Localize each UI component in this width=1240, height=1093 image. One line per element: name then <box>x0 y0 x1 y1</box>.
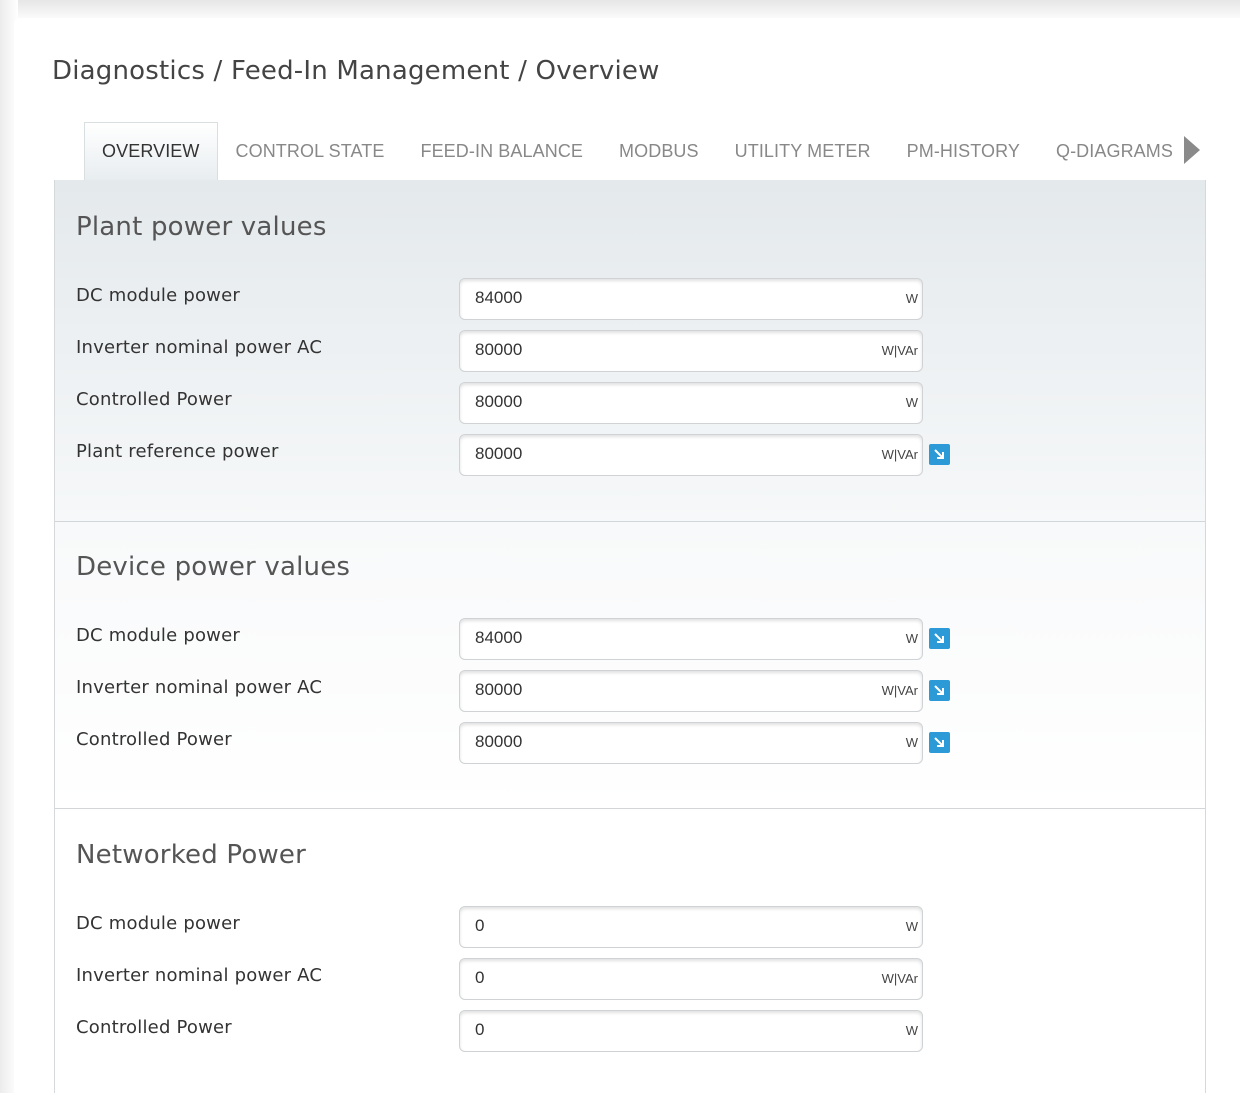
controlled-power-field[interactable]: 0 W <box>459 1010 923 1052</box>
field-value: 0 <box>475 1020 485 1039</box>
dc-module-power-field[interactable]: 84000 W <box>459 278 923 320</box>
section-device-power-values: Device power values DC module power 8400… <box>55 522 1205 809</box>
row-controlled-power: Controlled Power 80000 W <box>55 382 1205 424</box>
row-inverter-nominal-power-ac: Inverter nominal power AC 0 W|VAr <box>55 958 1205 1000</box>
row-label: Inverter nominal power AC <box>76 965 323 986</box>
row-label: Inverter nominal power AC <box>76 677 323 698</box>
row-controlled-power: Controlled Power 80000 W <box>55 722 1205 764</box>
plant-reference-power-field[interactable]: 80000 W|VAr <box>459 434 923 476</box>
field-value: 80000 <box>475 340 523 359</box>
row-label: DC module power <box>76 913 240 934</box>
row-label: Controlled Power <box>76 729 232 750</box>
controlled-power-field[interactable]: 80000 W <box>459 382 923 424</box>
field-value: 80000 <box>475 680 523 699</box>
breadcrumb: Diagnostics / Feed-In Management / Overv… <box>52 56 660 86</box>
field-unit: W <box>905 919 918 934</box>
field-unit: W <box>905 291 918 306</box>
tab-overview[interactable]: OVERVIEW <box>84 122 218 180</box>
arrow-down-right-icon[interactable] <box>929 444 950 465</box>
section-networked-power: Networked Power DC module power 0 W Inve… <box>55 809 1205 1093</box>
row-label: DC module power <box>76 625 240 646</box>
row-dc-module-power: DC module power 0 W <box>55 906 1205 948</box>
section-title: Plant power values <box>76 212 327 242</box>
row-label: Controlled Power <box>76 1017 232 1038</box>
row-label: Plant reference power <box>76 441 279 462</box>
content-panel: Plant power values DC module power 84000… <box>54 180 1206 1093</box>
inverter-nominal-power-ac-field[interactable]: 80000 W|VAr <box>459 330 923 372</box>
row-label: Controlled Power <box>76 389 232 410</box>
field-unit: W <box>905 1023 918 1038</box>
row-label: Inverter nominal power AC <box>76 337 323 358</box>
dc-module-power-field[interactable]: 0 W <box>459 906 923 948</box>
field-unit: W|VAr <box>881 683 918 698</box>
section-title: Device power values <box>76 552 351 582</box>
field-unit: W|VAr <box>881 971 918 986</box>
tab-pm-history[interactable]: PM-HISTORY <box>889 122 1038 180</box>
arrow-down-right-icon[interactable] <box>929 732 950 753</box>
tab-modbus[interactable]: MODBUS <box>601 122 717 180</box>
arrow-down-right-icon[interactable] <box>929 628 950 649</box>
field-value: 0 <box>475 916 485 935</box>
dc-module-power-field[interactable]: 84000 W <box>459 618 923 660</box>
row-dc-module-power: DC module power 84000 W <box>55 618 1205 660</box>
tab-utility-meter[interactable]: UTILITY METER <box>717 122 889 180</box>
inverter-nominal-power-ac-field[interactable]: 0 W|VAr <box>459 958 923 1000</box>
field-value: 80000 <box>475 732 523 751</box>
tab-bar: OVERVIEW CONTROL STATE FEED-IN BALANCE M… <box>84 122 1191 180</box>
field-unit: W <box>905 395 918 410</box>
field-unit: W <box>905 735 918 750</box>
inverter-nominal-power-ac-field[interactable]: 80000 W|VAr <box>459 670 923 712</box>
section-plant-power-values: Plant power values DC module power 84000… <box>55 180 1205 522</box>
field-value: 84000 <box>475 288 523 307</box>
tab-scroll-right-icon[interactable] <box>1184 136 1200 164</box>
field-value: 80000 <box>475 444 523 463</box>
tab-control-state[interactable]: CONTROL STATE <box>218 122 403 180</box>
section-title: Networked Power <box>76 840 307 870</box>
field-unit: W <box>905 631 918 646</box>
row-inverter-nominal-power-ac: Inverter nominal power AC 80000 W|VAr <box>55 670 1205 712</box>
field-unit: W|VAr <box>881 343 918 358</box>
row-label: DC module power <box>76 285 240 306</box>
field-value: 84000 <box>475 628 523 647</box>
row-dc-module-power: DC module power 84000 W <box>55 278 1205 320</box>
row-inverter-nominal-power-ac: Inverter nominal power AC 80000 W|VAr <box>55 330 1205 372</box>
tab-q-diagrams[interactable]: Q-DIAGRAMS <box>1038 122 1191 180</box>
row-controlled-power: Controlled Power 0 W <box>55 1010 1205 1052</box>
field-value: 80000 <box>475 392 523 411</box>
row-plant-reference-power: Plant reference power 80000 W|VAr <box>55 434 1205 476</box>
field-value: 0 <box>475 968 485 987</box>
field-unit: W|VAr <box>881 447 918 462</box>
arrow-down-right-icon[interactable] <box>929 680 950 701</box>
controlled-power-field[interactable]: 80000 W <box>459 722 923 764</box>
tab-feed-in-balance[interactable]: FEED-IN BALANCE <box>402 122 601 180</box>
